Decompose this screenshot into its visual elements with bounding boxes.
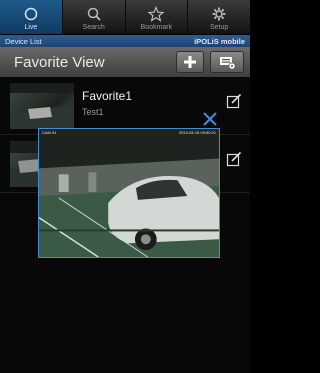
camera-feed-image [39, 129, 219, 257]
live-preview-popup[interactable]: CAM 01 2013-03-15 09:50:21 [38, 128, 220, 258]
add-favorite-button[interactable] [176, 51, 204, 73]
camera-thumbnail [10, 83, 74, 129]
camera-settings-icon [220, 57, 236, 70]
star-icon [148, 6, 165, 22]
tab-live[interactable]: Live [0, 0, 63, 34]
breadcrumb: Device List [5, 36, 42, 46]
plus-icon [184, 56, 196, 68]
close-icon[interactable] [202, 111, 218, 127]
timestamp: 2013-03-15 09:50:21 [178, 130, 216, 135]
title-bar: Favorite View [0, 47, 250, 77]
gear-icon [212, 7, 226, 21]
tab-search-label: Search [82, 24, 105, 31]
tab-setup[interactable]: Setup [188, 0, 250, 34]
brand-label: iPOLiS mobile [194, 36, 245, 46]
camera-label: CAM 01 [42, 130, 57, 135]
tab-live-label: Live [24, 24, 38, 31]
tab-search[interactable]: Search [63, 0, 126, 34]
tab-setup-label: Setup [209, 24, 229, 31]
tab-bookmark[interactable]: Bookmark [126, 0, 189, 34]
search-icon [87, 7, 101, 21]
favorite-name: Favorite1 [82, 89, 133, 103]
section-header: Device List iPOLiS mobile [0, 35, 250, 47]
edit-icon[interactable] [226, 93, 242, 109]
page-title: Favorite View [14, 53, 105, 71]
edit-icon[interactable] [226, 151, 242, 167]
top-tab-bar: Live Search Bookmark Setup [0, 0, 250, 35]
circle-icon [24, 7, 38, 21]
camera-settings-button[interactable] [210, 51, 244, 73]
tab-bookmark-label: Bookmark [140, 24, 173, 31]
favorite-subtitle: Test1 [82, 107, 104, 117]
